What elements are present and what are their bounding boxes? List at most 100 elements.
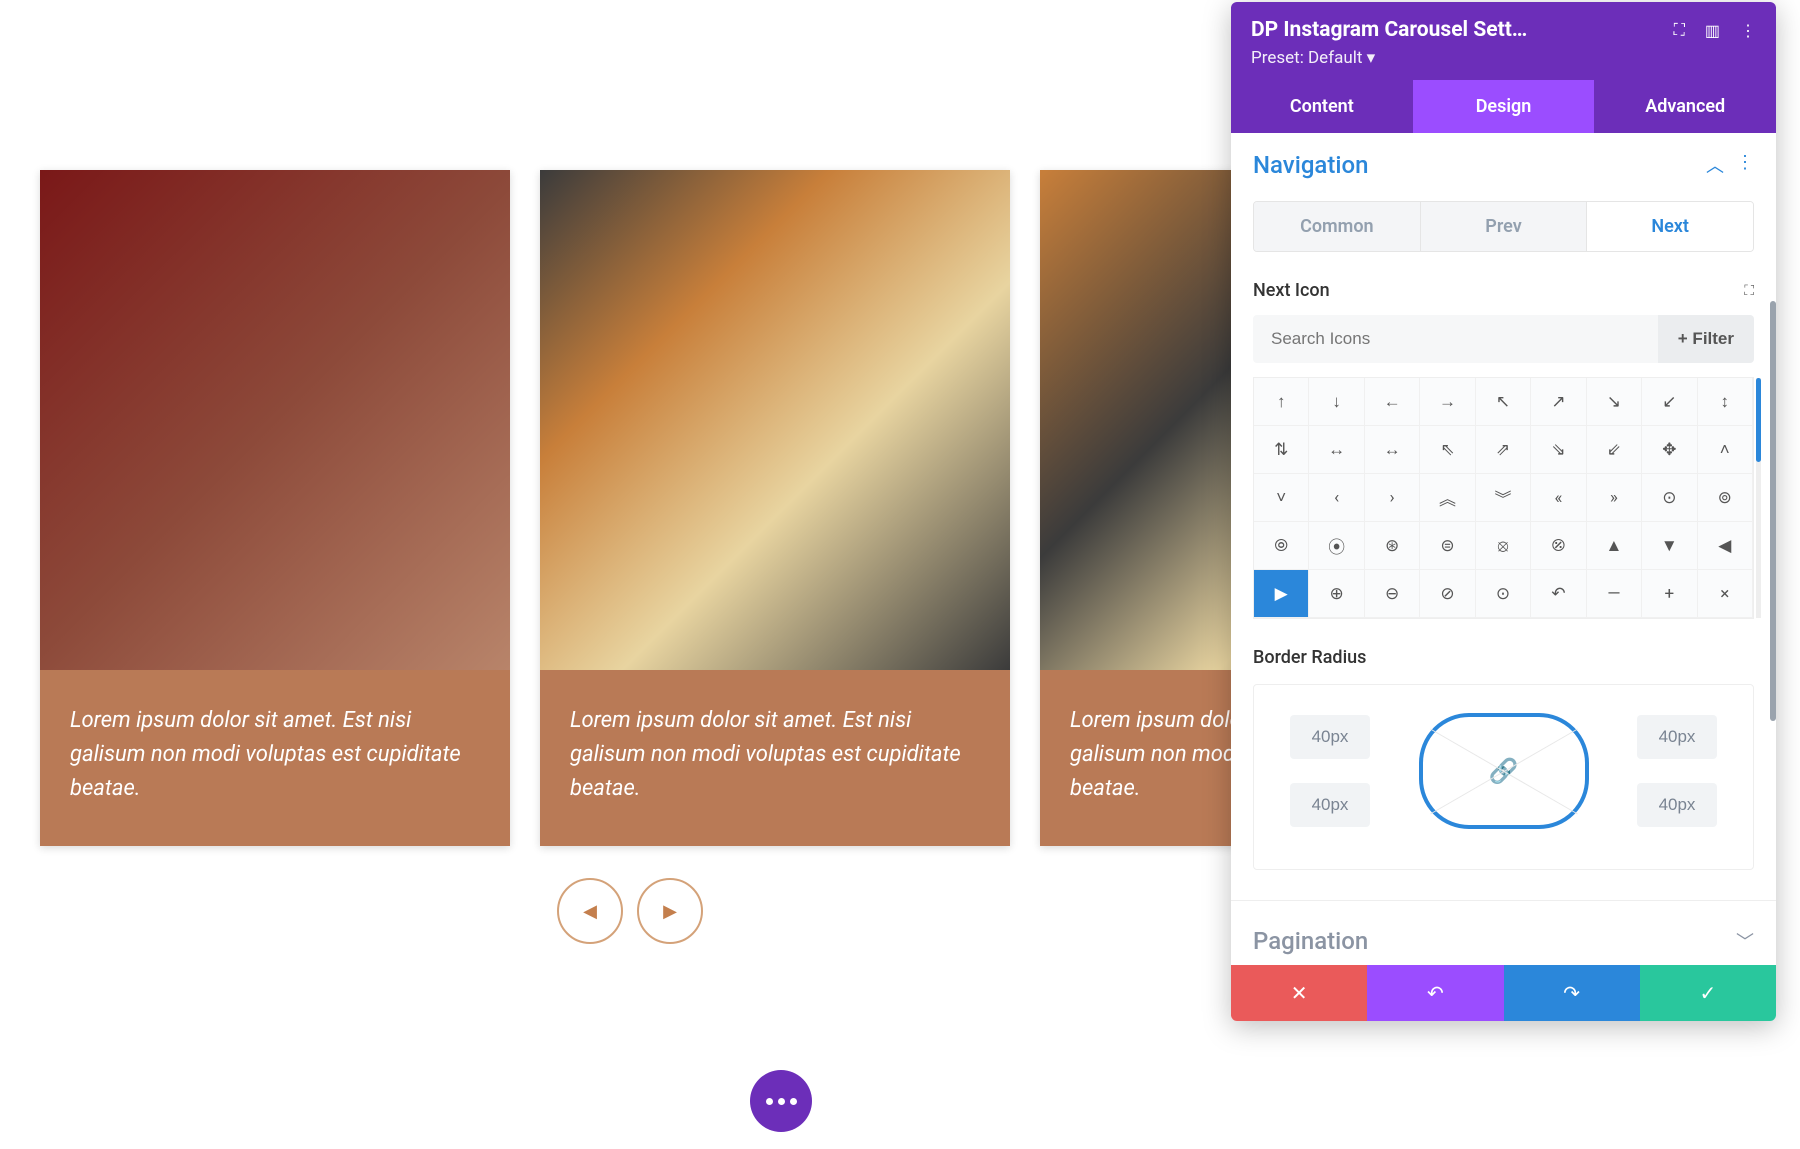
icon-option[interactable]: ˄: [1698, 426, 1753, 474]
icon-option[interactable]: ⊖: [1365, 570, 1420, 618]
panel-header[interactable]: DP Instagram Carousel Sett… ⛶ ▥ ⋮ Preset…: [1231, 2, 1776, 80]
chevron-down-icon[interactable]: ﹀: [1736, 928, 1754, 954]
icon-option[interactable]: ‹: [1309, 474, 1364, 522]
icon-option[interactable]: ⊘: [1420, 570, 1475, 618]
link-icon: 🔗: [1489, 757, 1519, 785]
tab-content[interactable]: Content: [1231, 80, 1413, 133]
icon-option[interactable]: »: [1587, 474, 1642, 522]
icon-option[interactable]: ›: [1365, 474, 1420, 522]
icon-option[interactable]: ↘: [1587, 378, 1642, 426]
columns-icon[interactable]: ▥: [1705, 21, 1720, 40]
filter-button[interactable]: + Filter: [1658, 315, 1754, 363]
carousel-cards: Lorem ipsum dolor sit amet. Est nisi gal…: [40, 170, 1220, 846]
border-radius-tl-input[interactable]: [1290, 715, 1370, 759]
icon-option[interactable]: ︾: [1476, 474, 1531, 522]
expand-icon[interactable]: ⛶: [1674, 20, 1685, 40]
icon-option[interactable]: «: [1531, 474, 1586, 522]
section-pagination-title: Pagination: [1253, 927, 1368, 955]
icon-option[interactable]: ⇖: [1420, 426, 1475, 474]
carousel-preview: Lorem ipsum dolor sit amet. Est nisi gal…: [40, 170, 1220, 944]
tab-advanced[interactable]: Advanced: [1594, 80, 1776, 133]
carousel-card[interactable]: Lorem ipsum dolor sit amet. Est nisi gal…: [40, 170, 510, 846]
icon-option[interactable]: ▼: [1642, 522, 1697, 570]
more-vert-icon[interactable]: ⋮: [1736, 152, 1754, 178]
icon-option[interactable]: ↔: [1309, 426, 1364, 474]
panel-body[interactable]: Navigation ︿ ⋮ Common Prev Next Next Ico…: [1231, 133, 1776, 965]
icon-option[interactable]: ⊕: [1309, 570, 1364, 618]
card-caption: Lorem ipsum dolor sit amet. Est nisi gal…: [40, 670, 510, 846]
icon-option[interactable]: ⦼: [1531, 522, 1586, 570]
panel-tabs: Content Design Advanced: [1231, 80, 1776, 133]
icon-option[interactable]: ◀: [1698, 522, 1753, 570]
sub-tab-prev[interactable]: Prev: [1421, 202, 1588, 251]
panel-body-scrollbar[interactable]: [1770, 301, 1776, 721]
border-radius-br-input[interactable]: [1637, 783, 1717, 827]
icon-option[interactable]: ˅: [1254, 474, 1309, 522]
nav-sub-tabs: Common Prev Next: [1253, 201, 1754, 252]
icon-option[interactable]: ↗: [1531, 378, 1586, 426]
search-icons-input[interactable]: [1253, 315, 1658, 363]
next-icon-label: Next Icon: [1253, 280, 1330, 301]
sub-tab-common[interactable]: Common: [1254, 202, 1421, 251]
border-radius-control: 🔗: [1253, 684, 1754, 870]
carousel-card[interactable]: Lorem ipsum dolor sit amet. Est nisi gal…: [540, 170, 1010, 846]
icon-option[interactable]: ⇅: [1254, 426, 1309, 474]
icon-option[interactable]: ⇘: [1531, 426, 1586, 474]
chevron-up-icon[interactable]: ︿: [1706, 152, 1724, 178]
section-navigation-header[interactable]: Navigation ︿ ⋮: [1253, 151, 1754, 179]
icon-option[interactable]: ▲: [1587, 522, 1642, 570]
icon-option[interactable]: —: [1587, 570, 1642, 618]
panel-footer: ✕ ↶ ↷ ✓: [1231, 965, 1776, 1021]
icon-option[interactable]: ▶: [1254, 570, 1309, 618]
icon-option[interactable]: ⇙: [1587, 426, 1642, 474]
icon-option[interactable]: ⊙: [1642, 474, 1697, 522]
icon-option[interactable]: ⦿: [1309, 522, 1364, 570]
panel-title: DP Instagram Carousel Sett…: [1251, 18, 1527, 42]
border-radius-tr-input[interactable]: [1637, 715, 1717, 759]
fab-more-button[interactable]: [750, 1070, 812, 1132]
section-navigation-title: Navigation: [1253, 151, 1368, 179]
icon-option[interactable]: ↶: [1531, 570, 1586, 618]
icon-options-icon[interactable]: ⛶: [1744, 283, 1754, 299]
sub-tab-next[interactable]: Next: [1587, 202, 1753, 251]
border-radius-link-toggle[interactable]: 🔗: [1419, 713, 1589, 829]
panel-preset[interactable]: Preset: Default ▾: [1251, 48, 1756, 68]
icon-option[interactable]: ⊜: [1420, 522, 1475, 570]
icon-option[interactable]: ⊛: [1365, 522, 1420, 570]
icon-option[interactable]: +: [1642, 570, 1697, 618]
settings-panel: DP Instagram Carousel Sett… ⛶ ▥ ⋮ Preset…: [1231, 2, 1776, 1021]
more-icon: [766, 1098, 797, 1105]
section-pagination-header[interactable]: Pagination ﹀: [1253, 927, 1754, 955]
border-radius-bl-input[interactable]: [1290, 783, 1370, 827]
icon-option[interactable]: ⊚: [1698, 474, 1753, 522]
carousel-prev-button[interactable]: ◀: [557, 878, 623, 944]
icon-option[interactable]: ︽: [1420, 474, 1475, 522]
more-vert-icon[interactable]: ⋮: [1740, 21, 1756, 40]
icon-option[interactable]: ←: [1365, 378, 1420, 426]
icon-grid-scrollbar[interactable]: [1756, 378, 1761, 618]
tab-design[interactable]: Design: [1413, 80, 1595, 133]
icon-option[interactable]: ↑: [1254, 378, 1309, 426]
icon-option[interactable]: ↖: [1476, 378, 1531, 426]
card-caption: Lorem ipsum dolor sit amet. Est nisi gal…: [540, 670, 1010, 846]
save-button[interactable]: ✓: [1640, 965, 1776, 1021]
carousel-next-button[interactable]: ▶: [637, 878, 703, 944]
icon-option[interactable]: ↙: [1642, 378, 1697, 426]
undo-button[interactable]: ↶: [1367, 965, 1503, 1021]
icon-option[interactable]: ✥: [1642, 426, 1697, 474]
icon-option[interactable]: ⊙: [1476, 570, 1531, 618]
icon-option[interactable]: ⇗: [1476, 426, 1531, 474]
redo-button[interactable]: ↷: [1504, 965, 1640, 1021]
icon-option[interactable]: ↓: [1309, 378, 1364, 426]
card-image: [40, 170, 510, 670]
icon-option[interactable]: ×: [1698, 570, 1753, 618]
icon-option[interactable]: ↕: [1698, 378, 1753, 426]
close-button[interactable]: ✕: [1231, 965, 1367, 1021]
icon-option[interactable]: ↔: [1365, 426, 1420, 474]
border-radius-label: Border Radius: [1253, 647, 1366, 668]
icon-option[interactable]: ⦾: [1254, 522, 1309, 570]
icon-option[interactable]: ⦻: [1476, 522, 1531, 570]
carousel-nav: ◀ ▶: [40, 878, 1220, 944]
icon-picker-grid: ↑↓←→↖↗↘↙↕⇅↔↔⇖⇗⇘⇙✥˄˅‹›︽︾«»⊙⊚⦾⦿⊛⊜⦻⦼▲▼◀▶⊕⊖⊘…: [1253, 377, 1754, 619]
icon-option[interactable]: →: [1420, 378, 1475, 426]
